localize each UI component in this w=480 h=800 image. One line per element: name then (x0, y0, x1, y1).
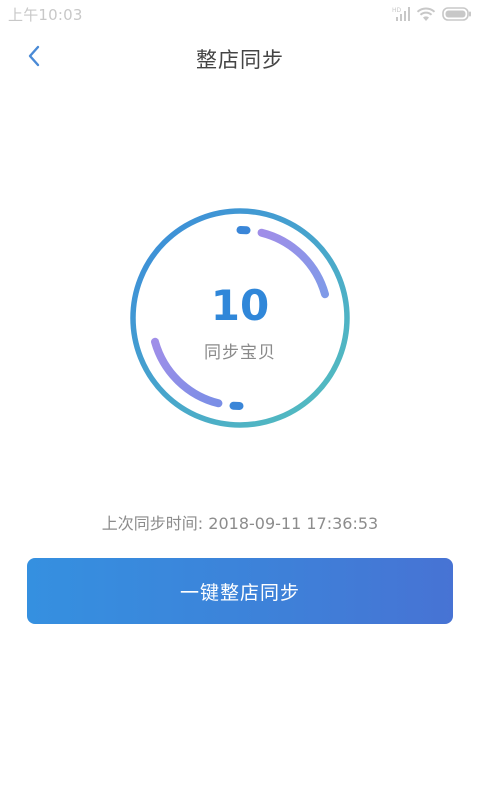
status-bar: 上午10:03 HD (0, 0, 480, 28)
wifi-icon (416, 6, 436, 22)
battery-icon (442, 7, 472, 21)
synced-item-count: 10 (210, 281, 270, 330)
header: 整店同步 (0, 36, 480, 80)
page-title: 整店同步 (196, 48, 284, 72)
hd-signal-icon: HD (392, 6, 410, 22)
last-sync-label: 上次同步时间: (101, 514, 204, 533)
status-time: 上午10:03 (8, 6, 83, 24)
synced-item-label: 同步宝贝 (204, 343, 276, 363)
last-sync-time: 上次同步时间: 2018-09-11 17:36:53 (0, 510, 480, 534)
one-click-sync-button[interactable]: 一键整店同步 (27, 558, 453, 624)
last-sync-datetime: 2018-09-11 17:36:53 (208, 514, 379, 533)
status-icons: HD (392, 5, 472, 23)
network-badge: HD (392, 7, 402, 14)
sync-screen: 上午10:03 HD 整店同步 10 同步宝贝 上次同步时间: 2018-09-… (0, 0, 480, 800)
sync-ring: 10 同步宝贝 (128, 206, 352, 430)
